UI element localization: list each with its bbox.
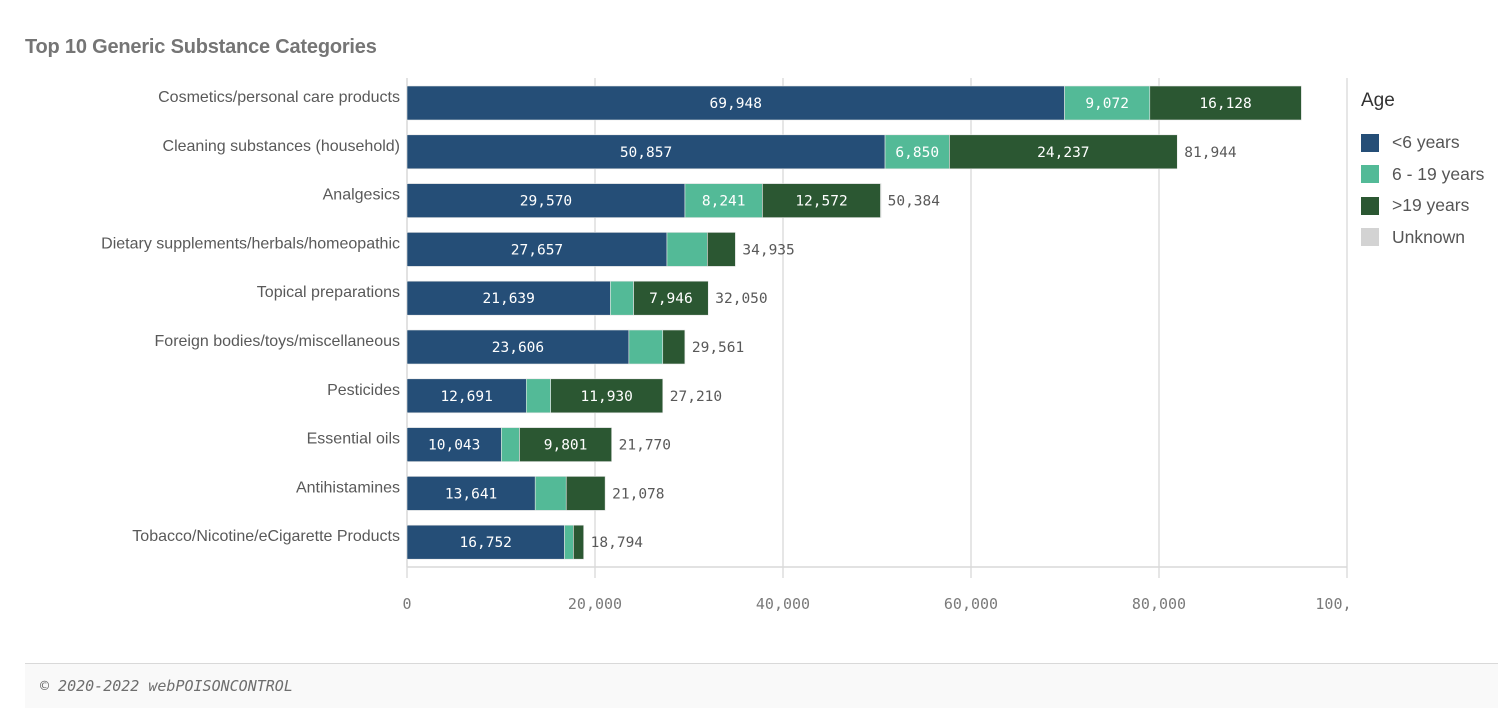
segment-label: 23,606 — [492, 340, 544, 356]
total-label: 81,944 — [1184, 145, 1237, 161]
bar-segment — [662, 329, 686, 365]
bar-chart: 0 20,000 40,000 60,000 80,000 100,000 Cosmetic… — [101, 78, 1350, 613]
legend-item-unknown[interactable]: Unknown — [1361, 222, 1484, 254]
segment-label: 12,691 — [440, 389, 492, 405]
total-label: 29,561 — [692, 340, 744, 356]
x-tick-label: 40,000 — [756, 595, 810, 613]
legend-swatch-under-6 — [1361, 133, 1379, 152]
segment-label: 27,657 — [511, 242, 563, 258]
legend-item-over-19[interactable]: >19 years — [1361, 190, 1484, 222]
bar-segment — [628, 329, 664, 365]
segment-label: 10,043 — [428, 438, 480, 454]
segment-label: 8,241 — [702, 194, 746, 210]
legend-label: Unknown — [1392, 226, 1465, 247]
total-label: 27,210 — [670, 389, 722, 405]
bar-segment — [573, 524, 584, 560]
bar-segment — [534, 476, 567, 511]
bar-segment — [610, 280, 634, 316]
total-label: 21,078 — [612, 486, 664, 502]
legend-item-6-19[interactable]: 6 - 19 years — [1361, 159, 1484, 191]
x-tick-label: 60,000 — [944, 595, 998, 613]
legend-swatch-over-19 — [1361, 196, 1379, 215]
bar-segment — [666, 232, 708, 267]
segment-label: 9,801 — [544, 438, 588, 454]
legend-label: 6 - 19 years — [1392, 163, 1485, 184]
category-label: Foreign bodies/toys/miscellaneous — [155, 333, 400, 350]
segment-label: 16,752 — [460, 535, 512, 551]
segment-label: 50,857 — [620, 145, 672, 161]
legend-item-under-6[interactable]: <6 years — [1361, 127, 1484, 159]
segment-label: 6,850 — [895, 145, 939, 161]
segment-label: 12,572 — [795, 194, 847, 210]
category-label: Topical preparations — [257, 284, 400, 301]
segment-label: 11,930 — [581, 389, 633, 405]
segment-label: 21,639 — [483, 291, 535, 307]
bar-segment — [565, 476, 606, 511]
segment-label: 29,570 — [520, 194, 572, 210]
bar-segment — [501, 427, 520, 462]
segment-label: 9,072 — [1085, 96, 1129, 112]
total-label: 50,384 — [888, 194, 941, 210]
total-label: 32,050 — [715, 291, 767, 307]
legend-label: <6 years — [1392, 132, 1460, 153]
category-label: Pesticides — [327, 382, 400, 399]
bar-segment — [707, 232, 736, 267]
total-label: 21,770 — [619, 438, 671, 454]
x-tick-label: 0 — [402, 595, 411, 613]
category-label: Cleaning substances (household) — [163, 138, 400, 155]
category-label: Analgesics — [323, 187, 400, 204]
x-tick-label: 20,000 — [568, 595, 622, 613]
segment-label: 7,946 — [649, 291, 693, 307]
legend-swatch-unknown — [1361, 228, 1379, 247]
x-tick-label: 100,000 — [1315, 595, 1350, 613]
bar-segment — [525, 378, 551, 414]
segment-label: 69,948 — [710, 96, 762, 112]
total-label: 18,794 — [591, 535, 644, 551]
bar-segment — [564, 524, 574, 560]
copyright-text: © 2020-2022 webPOISONCONTROL — [40, 677, 293, 695]
legend: Age <6 years 6 - 19 years >19 years Unkn… — [1361, 90, 1484, 253]
category-label: Dietary supplements/herbals/homeopathic — [101, 235, 400, 252]
bar-segment — [880, 183, 882, 218]
segment-label: 24,237 — [1037, 145, 1089, 161]
category-label: Essential oils — [307, 431, 400, 448]
x-tick-label: 80,000 — [1132, 595, 1186, 613]
total-label: 34,935 — [742, 242, 794, 258]
legend-swatch-6-19 — [1361, 165, 1379, 184]
category-label: Tobacco/Nicotine/eCigarette Products — [132, 528, 400, 545]
footer: © 2020-2022 webPOISONCONTROL — [25, 663, 1498, 708]
legend-title: Age — [1361, 90, 1395, 111]
segment-label: 16,128 — [1199, 96, 1251, 112]
segment-label: 13,641 — [445, 486, 497, 502]
category-label: Antihistamines — [296, 479, 400, 496]
legend-label: >19 years — [1392, 195, 1470, 216]
category-label: Cosmetics/personal care products — [158, 89, 400, 106]
